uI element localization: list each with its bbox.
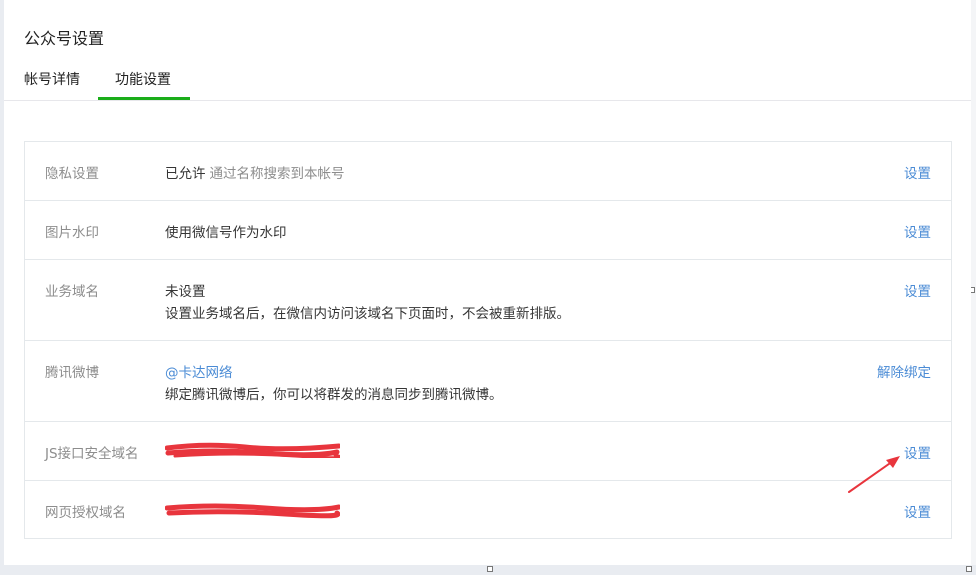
row-value: 使用微信号作为水印	[165, 225, 287, 241]
tab-bar: 帐号详情 功能设置	[4, 60, 971, 101]
oauth-domain-settings-link[interactable]: 设置	[904, 501, 931, 521]
settings-row-oauth-domain: 网页授权域名 设置	[25, 481, 951, 538]
settings-row-js-domain: JS接口安全域名 设置	[25, 422, 951, 481]
redaction-scribble	[165, 442, 340, 458]
page-title: 公众号设置	[24, 29, 105, 48]
row-label: 网页授权域名	[45, 505, 126, 521]
settings-row-tencent-weibo: 腾讯微博 @卡达网络 绑定腾讯微博后，你可以将群发的消息同步到腾讯微博。 解除绑…	[25, 341, 951, 422]
row-label: 业务域名	[45, 284, 99, 300]
resize-handle-corner[interactable]	[966, 566, 972, 572]
weibo-account-link[interactable]: @卡达网络	[165, 361, 233, 381]
business-domain-settings-link[interactable]: 设置	[904, 280, 931, 300]
resize-handle-bottom[interactable]	[487, 566, 493, 572]
watermark-settings-link[interactable]: 设置	[904, 221, 931, 241]
row-description: 绑定腾讯微博后，你可以将群发的消息同步到腾讯微博。	[165, 387, 503, 403]
row-value: 未设置	[165, 284, 206, 300]
annotation-arrow	[848, 456, 900, 493]
privacy-description: 通过名称搜索到本帐号	[209, 166, 345, 182]
privacy-status: 已允许	[165, 166, 206, 182]
js-domain-settings-link[interactable]: 设置	[904, 442, 931, 462]
row-label: 隐私设置	[45, 166, 99, 182]
row-description: 设置业务域名后，在微信内访问该域名下页面时，不会被重新排版。	[165, 306, 570, 322]
tab-feature-settings[interactable]: 功能设置	[115, 69, 171, 89]
row-label: 图片水印	[45, 225, 99, 241]
row-label: JS接口安全域名	[45, 446, 139, 462]
tab-account-details[interactable]: 帐号详情	[24, 69, 80, 89]
settings-page: 公众号设置 帐号详情 功能设置 隐私设置 已允许 通过名称搜索到本帐号 设置 图片…	[4, 0, 971, 565]
unbind-weibo-link[interactable]: 解除绑定	[877, 361, 931, 381]
active-tab-indicator	[98, 97, 190, 100]
row-label: 腾讯微博	[45, 365, 99, 381]
feature-settings-panel: 隐私设置 已允许 通过名称搜索到本帐号 设置 图片水印 使用微信号作为水印 设置 …	[24, 141, 952, 539]
redaction-scribble	[165, 503, 340, 519]
privacy-settings-link[interactable]: 设置	[904, 162, 931, 182]
row-value: 已允许 通过名称搜索到本帐号	[165, 162, 345, 182]
settings-row-privacy: 隐私设置 已允许 通过名称搜索到本帐号 设置	[25, 142, 951, 201]
settings-row-watermark: 图片水印 使用微信号作为水印 设置	[25, 201, 951, 260]
settings-row-business-domain: 业务域名 未设置 设置业务域名后，在微信内访问该域名下页面时，不会被重新排版。 …	[25, 260, 951, 341]
